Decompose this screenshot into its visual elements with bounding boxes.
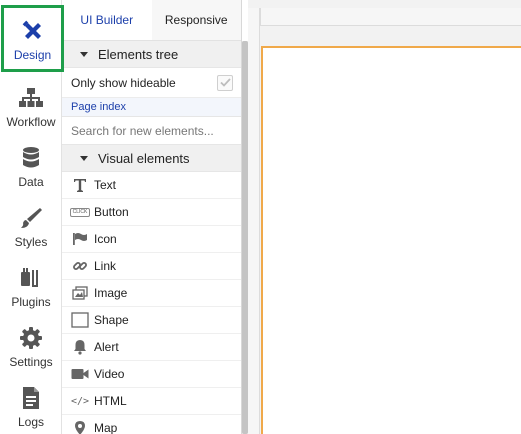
only-show-hideable-label: Only show hideable bbox=[71, 75, 176, 90]
nav-logs-label: Logs bbox=[17, 415, 45, 429]
tab-responsive[interactable]: Responsive bbox=[151, 0, 241, 40]
flag-icon bbox=[69, 230, 91, 248]
text-icon bbox=[69, 176, 91, 194]
only-show-hideable-checkbox[interactable] bbox=[217, 74, 233, 91]
visual-elements-header[interactable]: Visual elements bbox=[62, 145, 241, 172]
visual-elements-label: Visual elements bbox=[98, 150, 190, 166]
elements-panel: UI Builder Responsive Elements tree Only… bbox=[62, 0, 242, 434]
nav-plugins-label: Plugins bbox=[11, 295, 51, 309]
element-button[interactable]: CLICK Button bbox=[62, 199, 241, 226]
button-icon: CLICK bbox=[69, 203, 91, 221]
html-icon: </> bbox=[70, 395, 90, 407]
tab-ui-builder[interactable]: UI Builder bbox=[62, 0, 152, 40]
collapse-triangle-icon bbox=[80, 155, 88, 161]
design-icon bbox=[21, 19, 45, 43]
element-label: Icon bbox=[94, 232, 117, 246]
nav-design[interactable]: Design bbox=[1, 5, 64, 72]
image-icon bbox=[69, 284, 91, 302]
nav-workflow[interactable]: Workflow bbox=[0, 72, 62, 132]
vertical-ruler bbox=[248, 8, 260, 434]
nav-data[interactable]: Data bbox=[0, 132, 62, 192]
nav-workflow-label: Workflow bbox=[6, 115, 56, 129]
element-text[interactable]: Text bbox=[62, 172, 241, 199]
element-label: Button bbox=[94, 205, 129, 219]
element-label: Video bbox=[94, 367, 125, 381]
brush-icon bbox=[19, 206, 43, 230]
checkmark-icon bbox=[219, 78, 231, 87]
bell-icon bbox=[69, 338, 91, 356]
panel-tabs: UI Builder Responsive bbox=[62, 0, 241, 41]
nav-design-label: Design bbox=[13, 48, 52, 62]
nav-settings-label: Settings bbox=[9, 355, 53, 369]
plug-icon bbox=[19, 266, 43, 290]
element-html[interactable]: </> HTML bbox=[62, 388, 241, 415]
nav-logs[interactable]: Logs bbox=[0, 372, 62, 432]
element-label: Map bbox=[94, 421, 118, 434]
gear-icon bbox=[19, 326, 43, 350]
shape-icon bbox=[69, 311, 91, 329]
element-link[interactable]: Link bbox=[62, 253, 241, 280]
element-label: Shape bbox=[94, 313, 129, 327]
database-icon bbox=[19, 146, 43, 170]
element-label: Link bbox=[94, 259, 117, 273]
element-shape[interactable]: Shape bbox=[62, 307, 241, 334]
map-pin-icon bbox=[69, 419, 91, 434]
element-video[interactable]: Video bbox=[62, 361, 241, 388]
element-label: Image bbox=[94, 286, 128, 300]
element-label: HTML bbox=[94, 394, 127, 408]
canvas-area bbox=[248, 0, 521, 434]
document-icon bbox=[19, 386, 43, 410]
collapse-triangle-icon bbox=[80, 51, 88, 57]
video-icon bbox=[69, 365, 91, 383]
element-icon[interactable]: Icon bbox=[62, 226, 241, 253]
element-label: Text bbox=[94, 178, 117, 192]
element-label: Alert bbox=[94, 340, 119, 354]
left-nav-rail: Design Workflow Data Styles Plugins Sett… bbox=[0, 0, 64, 434]
search-elements-input[interactable] bbox=[71, 123, 236, 138]
elements-tree-header[interactable]: Elements tree bbox=[62, 41, 241, 68]
page-canvas[interactable] bbox=[261, 46, 521, 434]
element-image[interactable]: Image bbox=[62, 280, 241, 307]
nav-data-label: Data bbox=[18, 175, 44, 189]
element-map[interactable]: Map bbox=[62, 415, 241, 434]
nav-styles[interactable]: Styles bbox=[0, 192, 62, 252]
nav-plugins[interactable]: Plugins bbox=[0, 252, 62, 312]
element-alert[interactable]: Alert bbox=[62, 334, 241, 361]
link-icon bbox=[69, 257, 91, 275]
element-search bbox=[62, 117, 241, 145]
nav-settings[interactable]: Settings bbox=[0, 312, 62, 372]
only-show-hideable-row: Only show hideable bbox=[62, 68, 241, 98]
workflow-icon bbox=[19, 86, 43, 110]
elements-tree-label: Elements tree bbox=[98, 46, 179, 62]
page-index-item[interactable]: Page index bbox=[62, 98, 241, 117]
horizontal-ruler bbox=[260, 8, 521, 26]
nav-styles-label: Styles bbox=[14, 235, 48, 249]
